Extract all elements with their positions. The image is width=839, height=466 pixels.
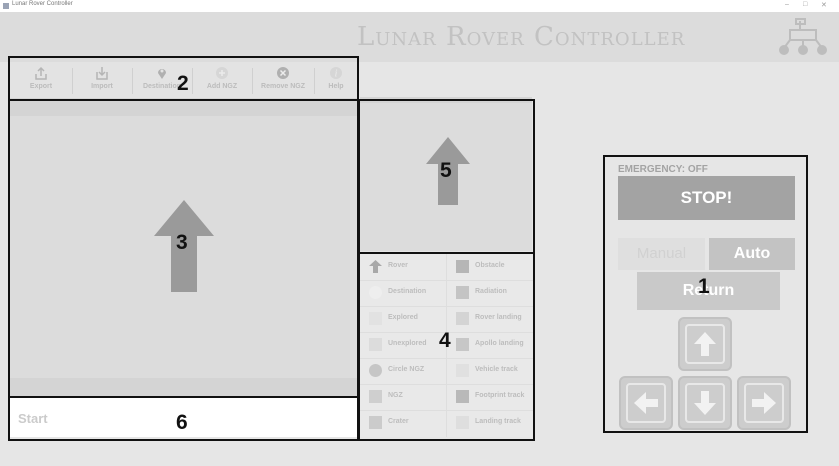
annotation-number-6: 6 — [176, 411, 188, 434]
rover-logo-icon — [779, 18, 827, 55]
annotation-number-3: 3 — [176, 231, 188, 254]
annotation-number-1: 1 — [698, 275, 710, 298]
app-title: Lunar Rover Controller — [357, 22, 686, 52]
minimize-icon[interactable]: – — [785, 1, 789, 8]
maximize-icon[interactable]: □ — [803, 1, 807, 8]
window-title: Lunar Rover Controller — [12, 1, 73, 7]
close-icon[interactable]: ✕ — [821, 1, 827, 9]
annotation-number-5: 5 — [440, 159, 452, 182]
app-icon — [3, 3, 9, 9]
window-title-bar: Lunar Rover Controller – □ ✕ — [0, 0, 839, 12]
annotation-number-2: 2 — [177, 72, 189, 95]
annotation-number-4: 4 — [439, 329, 451, 352]
